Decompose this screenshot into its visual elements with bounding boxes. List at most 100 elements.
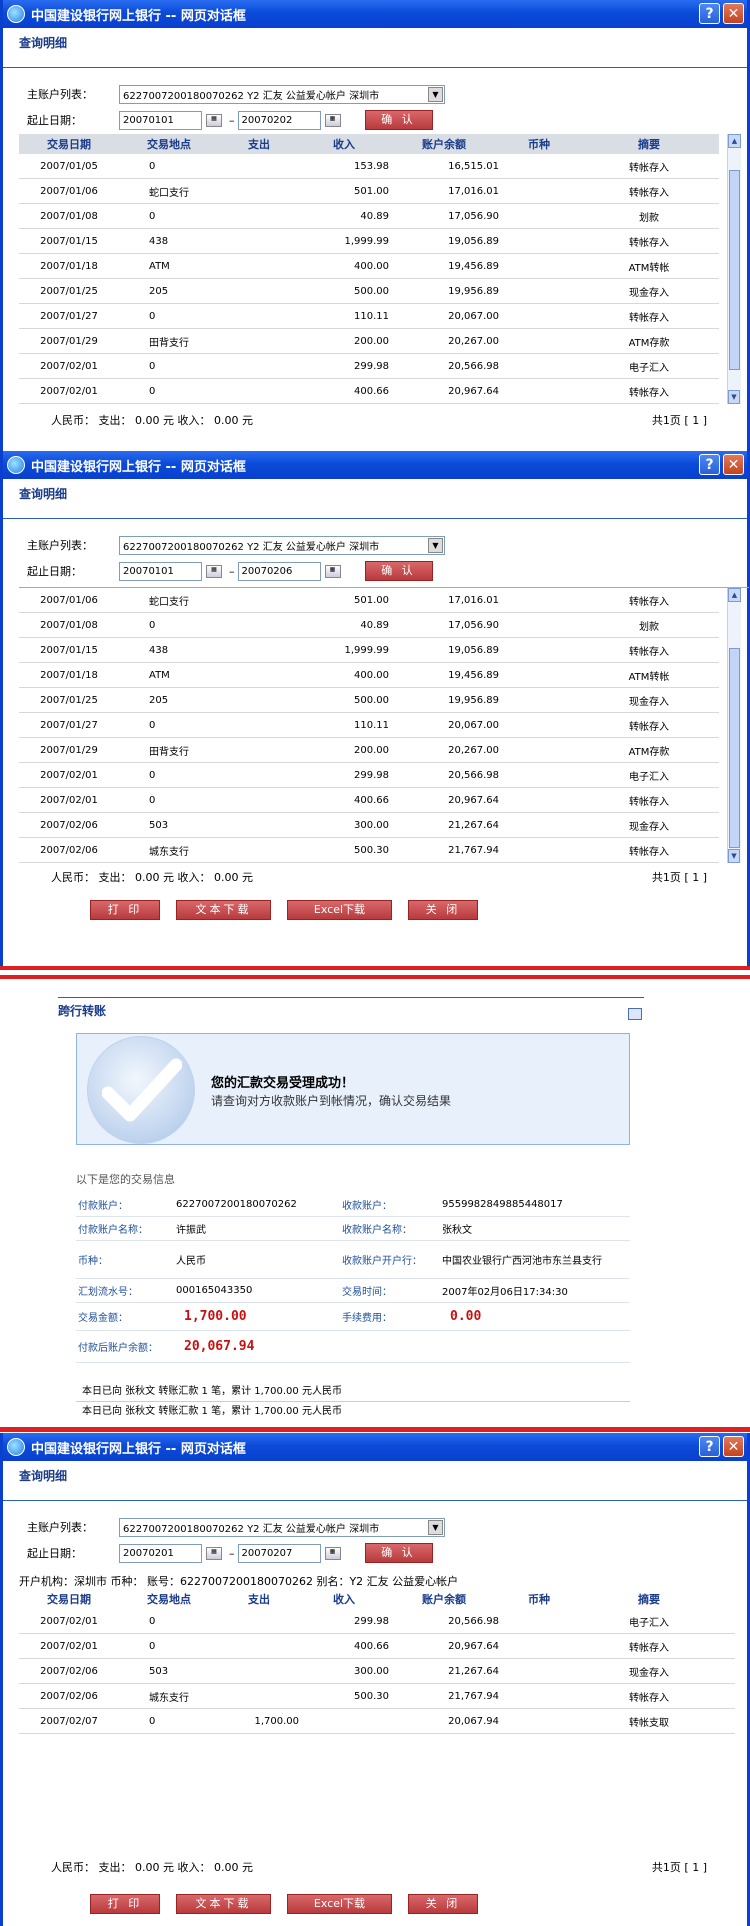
close-window-button[interactable]: ✕ <box>723 1436 744 1457</box>
dialog-titlebar[interactable]: 中国建设银行网上银行 -- 网页对话框 ? ✕ <box>3 451 747 479</box>
text-download-button[interactable]: 文本下载 <box>176 900 271 920</box>
end-date-input[interactable]: 20070206 <box>237 561 321 581</box>
date-row: 起止日期： 20070101 ▦ – 20070206 ▦ 确 认 <box>3 559 747 583</box>
cell-memo: ATM存款 <box>628 746 670 758</box>
end-date-input[interactable]: 20070202 <box>237 110 321 130</box>
cell-place: 0 <box>149 619 156 631</box>
end-date-input[interactable]: 20070207 <box>237 1543 321 1563</box>
cell-date: 2007/02/06 <box>40 844 98 856</box>
calendar-icon[interactable]: ▦ <box>206 113 222 127</box>
start-date-input[interactable]: 20070201 <box>119 1543 202 1563</box>
footer-totals: 人民币： 支出： 0.00 元 收入： 0.00 元 <box>51 414 253 427</box>
calendar-icon[interactable]: ▦ <box>206 564 222 578</box>
text-download-button[interactable]: 文本下载 <box>176 1894 271 1914</box>
table-row: 2007/01/08 0 40.89 17,056.90 划款 <box>19 613 719 638</box>
start-date-input[interactable]: 20070101 <box>119 110 202 130</box>
ie-icon <box>7 5 25 23</box>
confirm-button[interactable]: 确 认 <box>364 561 433 581</box>
help-button[interactable]: ? <box>699 1436 720 1457</box>
cell-memo: 划款 <box>639 212 659 224</box>
table-row: 2007/01/05 0 153.98 16,515.01 转帐存入 <box>19 154 719 179</box>
excel-download-button[interactable]: Excel下载 <box>287 900 392 920</box>
scroll-thumb[interactable] <box>729 648 740 848</box>
window-icon[interactable] <box>628 1008 642 1020</box>
account-select[interactable]: 6227007200180070262 Y2 汇友 公益爱心帐户 深圳市 ▼ <box>119 1517 445 1537</box>
col-memo: 摘要 <box>638 138 660 151</box>
scroll-down-icon[interactable]: ▼ <box>728 849 740 863</box>
date-label: 起止日期： <box>27 114 82 127</box>
confirm-button[interactable]: 确 认 <box>364 110 433 130</box>
close-button[interactable]: 关 闭 <box>408 900 478 920</box>
cell-balance: 17,056.90 <box>448 210 499 222</box>
date-label: 起止日期： <box>27 1547 82 1560</box>
table-row: 2007/01/25 205 500.00 19,956.89 现金存入 <box>19 279 719 304</box>
cell-in: 153.98 <box>354 160 389 172</box>
help-button[interactable]: ? <box>699 454 720 475</box>
cell-place: 205 <box>149 694 169 706</box>
table-row: 2007/01/15 438 1,999.99 19,056.89 转帐存入 <box>19 638 719 663</box>
account-row: 主账户列表： 6227007200180070262 Y2 汇友 公益爱心帐户 … <box>3 1515 747 1539</box>
dialog-titlebar[interactable]: 中国建设银行网上银行 -- 网页对话框 ? ✕ <box>3 1433 747 1461</box>
pager[interactable]: 共1页 [ 1 ] <box>652 412 707 428</box>
scroll-thumb[interactable] <box>729 170 740 370</box>
chevron-down-icon[interactable]: ▼ <box>428 537 443 553</box>
table-row: 2007/01/27 0 110.11 20,067.00 转帐存入 <box>19 304 719 329</box>
dialog-titlebar[interactable]: 中国建设银行网上银行 -- 网页对话框 ? ✕ <box>3 0 747 28</box>
success-subtitle: 请查询对方收款账户到帐情况，确认交易结果 <box>211 1094 452 1108</box>
pager[interactable]: 共1页 [ 1 ] <box>652 869 707 885</box>
help-button[interactable]: ? <box>699 3 720 24</box>
cell-in: 501.00 <box>354 185 389 197</box>
table-body: 2007/01/06 蛇口支行 501.00 17,016.01 转帐存入 2007/01… <box>19 588 749 863</box>
confirm-button[interactable]: 确 认 <box>364 1543 433 1563</box>
scroll-up-icon[interactable]: ▲ <box>728 134 741 148</box>
table-header: 交易日期 交易地点 支出 收入 账户余额 币种 摘要 <box>19 1589 735 1609</box>
success-box: 您的汇款交易受理成功！ 请查询对方收款账户到帐情况，确认交易结果 <box>76 1033 630 1145</box>
date-label: 起止日期： <box>27 565 82 578</box>
cell-memo: 转帐存入 <box>629 796 669 808</box>
info-value: 张秋文 <box>442 1225 472 1236</box>
transactions-table: 2007/01/06 蛇口支行 501.00 17,016.01 转帐存入 2007/01… <box>19 587 749 863</box>
cell-memo: 转帐存入 <box>629 646 669 658</box>
col-currency: 币种 <box>528 138 550 151</box>
print-button[interactable]: 打 印 <box>90 1894 160 1914</box>
scrollbar[interactable]: ▲ ▼ <box>727 588 741 863</box>
pager[interactable]: 共1页 [ 1 ] <box>652 1859 707 1875</box>
page-subtitle: 查询明细 <box>3 479 747 519</box>
close-button[interactable]: 关 闭 <box>408 1894 478 1914</box>
cell-in: 200.00 <box>354 335 389 347</box>
cell-in: 400.00 <box>354 260 389 272</box>
excel-download-button[interactable]: Excel下载 <box>287 1894 392 1914</box>
page-subtitle: 查询明细 <box>3 28 747 68</box>
divider <box>0 966 750 970</box>
calendar-icon[interactable]: ▦ <box>324 1546 341 1560</box>
scroll-down-icon[interactable]: ▼ <box>728 390 740 404</box>
calendar-icon[interactable]: ▦ <box>324 113 341 127</box>
table-row: 2007/01/29 田背支行 200.00 20,267.00 ATM存款 <box>19 738 719 763</box>
scroll-up-icon[interactable]: ▲ <box>728 588 741 602</box>
calendar-icon[interactable]: ▦ <box>324 564 341 578</box>
cell-date: 2007/01/27 <box>40 719 98 731</box>
info-value: 2007年02月06日17:34:30 <box>442 1287 568 1298</box>
table-body: 2007/02/01 0 299.98 20,566.98 电子汇入 2007/02/01… <box>19 1609 749 1734</box>
cell-in: 299.98 <box>354 769 389 781</box>
calendar-icon[interactable]: ▦ <box>206 1546 222 1560</box>
start-date-input[interactable]: 20070101 <box>119 561 202 581</box>
scrollbar[interactable]: ▲ ▼ <box>727 134 741 404</box>
chevron-down-icon[interactable]: ▼ <box>428 1519 443 1535</box>
cell-place: 田背支行 <box>149 746 189 758</box>
close-window-button[interactable]: ✕ <box>723 454 744 475</box>
chevron-down-icon[interactable]: ▼ <box>428 86 443 102</box>
account-select[interactable]: 6227007200180070262 Y2 汇友 公益爱心帐户 深圳市 ▼ <box>119 535 445 555</box>
cell-place: 0 <box>149 1615 156 1627</box>
cell-place: 0 <box>149 1640 156 1652</box>
dialog-window-2: 中国建设银行网上银行 -- 网页对话框 ? ✕ 查询明细 主账户列表： 6227… <box>0 451 750 966</box>
account-select[interactable]: 6227007200180070262 Y2 汇友 公益爱心帐户 深圳市 ▼ <box>119 84 445 104</box>
close-window-button[interactable]: ✕ <box>723 3 744 24</box>
dialog-window-3: 中国建设银行网上银行 -- 网页对话框 ? ✕ 查询明细 主账户列表： 6227… <box>0 1433 750 1926</box>
cell-place: 0 <box>149 210 156 222</box>
cell-place: 城东支行 <box>149 846 189 858</box>
transfer-header: 跨行转账 <box>58 997 644 1020</box>
info-key: 交易时间： <box>342 1287 392 1298</box>
amount-value: 1,700.00 <box>184 1309 247 1324</box>
print-button[interactable]: 打 印 <box>90 900 160 920</box>
